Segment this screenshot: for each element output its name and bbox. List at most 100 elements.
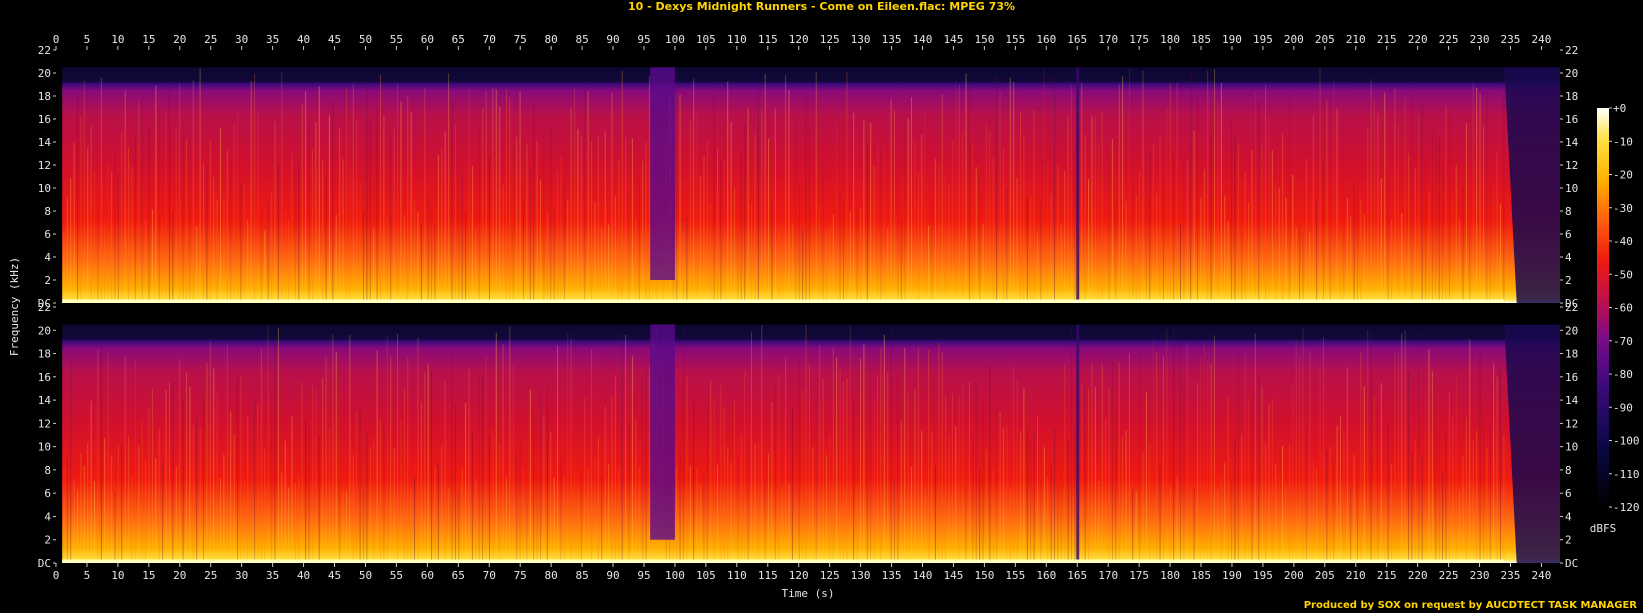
transition-line xyxy=(1076,324,1080,563)
x-tick-label-bottom: 110 xyxy=(727,569,747,582)
x-tick-label-bottom: 160 xyxy=(1036,569,1056,582)
x-tick-label-bottom: 230 xyxy=(1470,569,1490,582)
x-tick-label-top: 165 xyxy=(1067,33,1087,46)
x-tick-label-top: 105 xyxy=(696,33,716,46)
y-tick-label-left: 20 xyxy=(38,67,51,80)
y-tick-label-left: 16 xyxy=(38,371,51,384)
y-tick-label-right: 20 xyxy=(1565,67,1578,80)
x-tick-label-bottom: 35 xyxy=(266,569,279,582)
x-tick-label-bottom: 165 xyxy=(1067,569,1087,582)
y-tick-label-left: 20 xyxy=(38,324,51,337)
low-freq-band xyxy=(62,299,1505,303)
y-tick-label-right: DC xyxy=(1565,557,1578,570)
colorbar-tick-label: -120 xyxy=(1613,501,1640,514)
spectral-energy xyxy=(62,67,1560,303)
x-tick-label-bottom: 45 xyxy=(328,569,341,582)
x-tick-label-top: 50 xyxy=(359,33,372,46)
x-tick-label-bottom: 225 xyxy=(1439,569,1459,582)
x-tick-label-bottom: 130 xyxy=(851,569,871,582)
y-tick-label-left: 8 xyxy=(44,464,51,477)
x-tick-label-top: 10 xyxy=(111,33,124,46)
x-tick-label-bottom: 140 xyxy=(913,569,933,582)
x-tick-label-bottom: 80 xyxy=(545,569,558,582)
x-tick-label-bottom: 205 xyxy=(1315,569,1335,582)
quiet-section xyxy=(650,67,675,280)
x-tick-label-bottom: 70 xyxy=(483,569,496,582)
x-tick-label-top: 35 xyxy=(266,33,279,46)
y-tick-label-left: 6 xyxy=(44,487,51,500)
x-tick-label-top: 95 xyxy=(637,33,650,46)
x-tick-label-top: 210 xyxy=(1346,33,1366,46)
y-tick-label-right: 6 xyxy=(1565,228,1572,241)
x-tick-label-top: 205 xyxy=(1315,33,1335,46)
y-tick-label-right: 18 xyxy=(1565,348,1578,361)
x-tick-label-bottom: 175 xyxy=(1129,569,1149,582)
x-tick-label-top: 5 xyxy=(84,33,91,46)
y-tick-label-right: 16 xyxy=(1565,371,1578,384)
quiet-section xyxy=(650,324,675,540)
x-tick-label-top: 20 xyxy=(173,33,186,46)
x-tick-label-top: 110 xyxy=(727,33,747,46)
y-tick-label-left: 22 xyxy=(38,301,51,314)
x-tick-label-top: 190 xyxy=(1222,33,1242,46)
y-tick-label-left: 14 xyxy=(38,394,52,407)
x-tick-label-bottom: 20 xyxy=(173,569,186,582)
y-tick-label-left: 2 xyxy=(44,534,51,547)
x-tick-label-bottom: 145 xyxy=(944,569,964,582)
x-tick-label-top: 70 xyxy=(483,33,496,46)
x-tick-label-top: 185 xyxy=(1191,33,1211,46)
x-tick-label-top: 240 xyxy=(1531,33,1551,46)
y-axis-label: Frequency (kHz) xyxy=(8,257,21,356)
x-tick-label-bottom: 95 xyxy=(637,569,650,582)
x-tick-label-bottom: 150 xyxy=(974,569,994,582)
y-tick-label-left: 4 xyxy=(44,510,51,523)
y-tick-label-right: 12 xyxy=(1565,159,1578,172)
x-tick-label-bottom: 195 xyxy=(1253,569,1273,582)
x-tick-label-top: 150 xyxy=(974,33,994,46)
x-tick-label-bottom: 215 xyxy=(1377,569,1397,582)
y-tick-label-right: 6 xyxy=(1565,487,1572,500)
x-tick-label-top: 30 xyxy=(235,33,248,46)
x-tick-label-bottom: 30 xyxy=(235,569,248,582)
x-tick-label-bottom: 60 xyxy=(421,569,434,582)
x-tick-label-top: 60 xyxy=(421,33,434,46)
x-tick-label-top: 90 xyxy=(606,33,619,46)
x-tick-label-bottom: 135 xyxy=(882,569,902,582)
colorbar-label: dBFS xyxy=(1590,522,1617,535)
y-tick-label-right: 2 xyxy=(1565,534,1572,547)
y-tick-label-right: 16 xyxy=(1565,113,1578,126)
x-tick-label-bottom: 170 xyxy=(1098,569,1118,582)
x-tick-label-top: 155 xyxy=(1005,33,1025,46)
x-tick-label-bottom: 240 xyxy=(1531,569,1551,582)
x-tick-label-top: 125 xyxy=(820,33,840,46)
colorbar-tick-label: -110 xyxy=(1613,468,1640,481)
y-tick-label-left: 4 xyxy=(44,251,51,264)
colorbar-tick-label: -20 xyxy=(1613,169,1633,182)
x-tick-label-bottom: 185 xyxy=(1191,569,1211,582)
y-tick-label-right: 8 xyxy=(1565,464,1572,477)
x-tick-label-top: 130 xyxy=(851,33,871,46)
y-tick-label-left: 10 xyxy=(38,441,51,454)
x-tick-label-top: 220 xyxy=(1408,33,1428,46)
x-tick-label-top: 195 xyxy=(1253,33,1273,46)
x-tick-label-top: 80 xyxy=(545,33,558,46)
x-tick-label-top: 75 xyxy=(514,33,527,46)
y-tick-label-right: 14 xyxy=(1565,394,1579,407)
y-tick-label-left: 12 xyxy=(38,417,51,430)
x-tick-label-bottom: 210 xyxy=(1346,569,1366,582)
y-tick-label-left: 18 xyxy=(38,348,51,361)
x-tick-label-top: 140 xyxy=(913,33,933,46)
y-tick-label-left: DC xyxy=(38,557,51,570)
channel-panel-1 xyxy=(56,50,1560,304)
x-tick-label-bottom: 55 xyxy=(390,569,403,582)
x-tick-label-top: 225 xyxy=(1439,33,1459,46)
x-tick-label-bottom: 180 xyxy=(1160,569,1180,582)
y-tick-label-right: 22 xyxy=(1565,301,1578,314)
y-tick-label-left: 18 xyxy=(38,90,51,103)
y-tick-label-right: 2 xyxy=(1565,274,1572,287)
x-tick-label-top: 100 xyxy=(665,33,685,46)
y-tick-label-left: 22 xyxy=(38,44,51,57)
x-tick-label-top: 215 xyxy=(1377,33,1397,46)
colorbar-gradient xyxy=(1597,108,1609,507)
colorbar-tick-label: -40 xyxy=(1613,235,1633,248)
